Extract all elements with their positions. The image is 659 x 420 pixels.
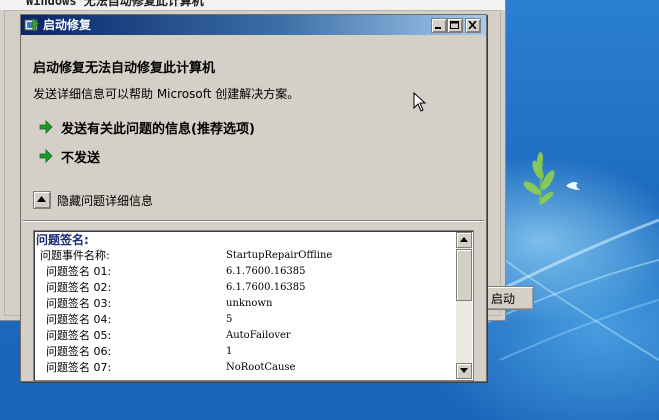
send-information-option[interactable]: 发送有关此问题的信息(推荐选项) (39, 118, 255, 137)
scroll-up-icon (460, 237, 468, 242)
close-icon (468, 21, 477, 29)
collapse-button[interactable] (33, 191, 51, 209)
dialog-description: 发送详细信息可以帮助 Microsoft 创建解决方案。 (33, 87, 300, 101)
divider (23, 220, 484, 222)
problem-signature-header: 问题签名: (36, 233, 89, 247)
detail-value: StartupRepairOffline (226, 250, 333, 261)
maximize-icon (450, 21, 459, 29)
green-arrow-icon (39, 149, 53, 163)
detail-key: 问题签名 01: (46, 265, 112, 278)
detail-row: 问题签名 07: NoRootCause (36, 360, 456, 376)
detail-row: 问题签名 03: unknown (36, 296, 456, 312)
detail-value: AutoFailover (226, 330, 291, 341)
detail-value: 5 (226, 314, 233, 325)
green-arrow-icon (39, 120, 53, 134)
hide-details-label: 隐藏问题详细信息 (57, 193, 154, 208)
detail-row: 问题签名 01: 6.1.7600.16385 (36, 264, 456, 280)
maximize-button[interactable] (447, 18, 463, 33)
send-information-label: 发送有关此问题的信息(推荐选项) (61, 121, 255, 137)
dont-send-option[interactable]: 不发送 (39, 147, 101, 166)
detail-key: 问题签名 03: (46, 297, 112, 310)
detail-key: 问题事件名称: (40, 249, 110, 262)
dialog-titlebar[interactable]: 启动修复 (21, 15, 486, 35)
detail-row: 问题签名 02: 6.1.7600.16385 (36, 280, 456, 296)
dont-send-label: 不发送 (61, 150, 101, 166)
restart-button[interactable]: 启动 (484, 286, 534, 310)
detail-value: 6.1.7600.16385 (226, 266, 306, 277)
detail-key: 问题签名 05: (46, 329, 112, 342)
scroll-up-button[interactable] (456, 232, 472, 248)
chevron-up-icon (37, 196, 46, 202)
scrollbar-thumb[interactable] (456, 249, 472, 301)
minimize-button[interactable] (431, 18, 447, 33)
scroll-down-icon (460, 368, 468, 373)
detail-key: 问题签名 07: (46, 361, 112, 374)
hide-details-toggle[interactable]: 隐藏问题详细信息 (33, 191, 153, 209)
problem-details-content: 问题签名: 问题事件名称: StartupRepairOffline 问题签名 … (36, 233, 456, 376)
startup-repair-dialog: 启动修复 启动修复无法自动修复此计算机 发送详细信息可以帮助 Microsoft… (20, 14, 487, 382)
minimize-icon (435, 27, 441, 29)
dialog-heading: 启动修复无法自动修复此计算机 (33, 61, 216, 76)
detail-row: 问题事件名称: StartupRepairOffline (36, 248, 456, 264)
detail-value: 1 (226, 346, 233, 357)
scroll-down-button[interactable] (456, 363, 472, 379)
startup-repair-icon (24, 17, 40, 33)
details-scrollbar[interactable] (456, 232, 472, 379)
background-window-title: Windows 无法自动修复此计算机 (0, 0, 505, 10)
detail-row: 问题签名 06: 1 (36, 344, 456, 360)
detail-value: unknown (226, 298, 273, 309)
detail-value: 6.1.7600.16385 (226, 282, 306, 293)
detail-value: NoRootCause (226, 362, 296, 373)
background-window-title-text: Windows 无法自动修复此计算机 (26, 0, 204, 8)
detail-key: 问题签名 06: (46, 345, 112, 358)
detail-key: 问题签名 04: (46, 313, 112, 326)
mouse-pointer-icon (413, 92, 427, 112)
close-button[interactable] (465, 18, 481, 33)
detail-row: 问题签名 04: 5 (36, 312, 456, 328)
detail-key: 问题签名 02: (46, 281, 112, 294)
detail-row: 问题签名 05: AutoFailover (36, 328, 456, 344)
dialog-title: 启动修复 (43, 18, 92, 32)
problem-details-box[interactable]: 问题签名: 问题事件名称: StartupRepairOffline 问题签名 … (33, 230, 474, 381)
